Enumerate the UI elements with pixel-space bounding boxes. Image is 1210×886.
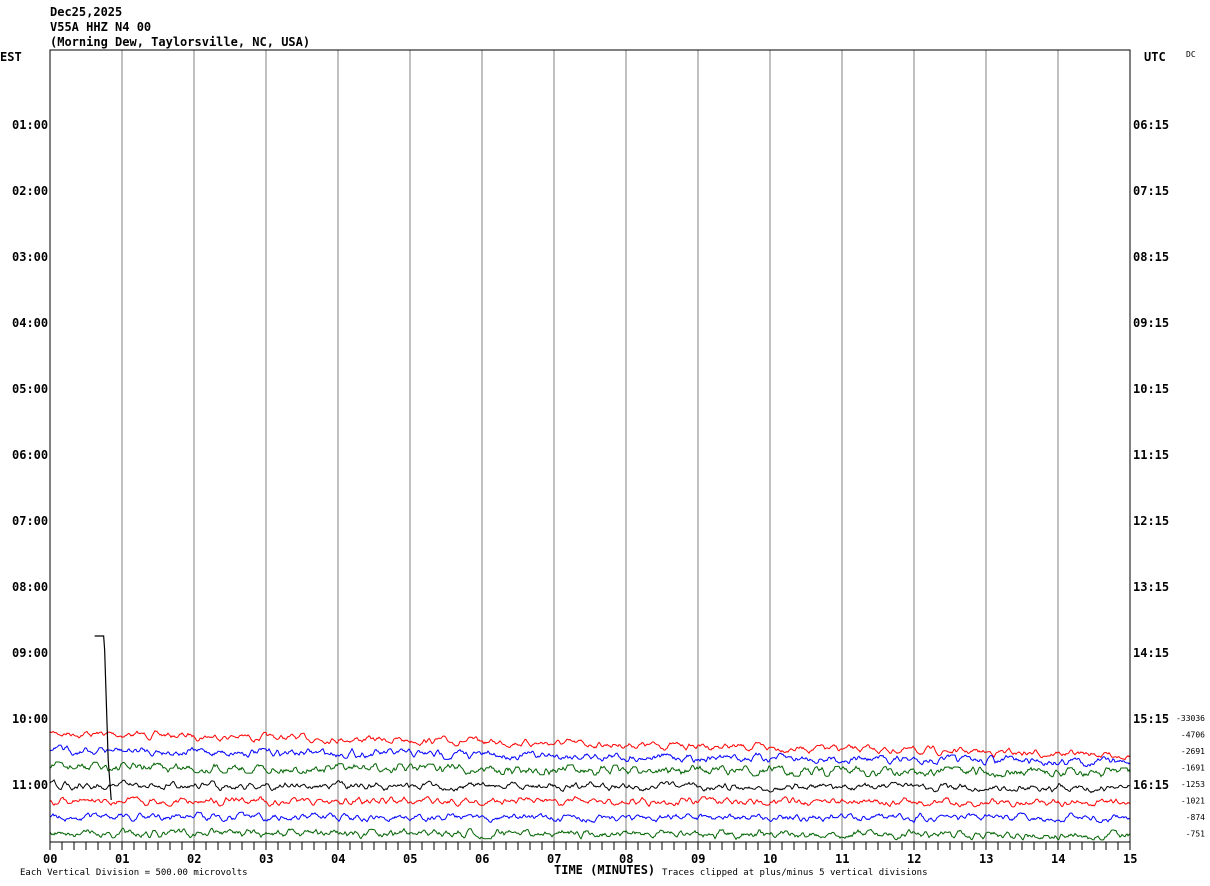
- left-time-label: 02:00: [12, 184, 48, 198]
- plot-frame: [49, 49, 1131, 843]
- x-tick-label: 05: [403, 852, 417, 866]
- header-location: (Morning Dew, Taylorsville, NC, USA): [50, 35, 310, 49]
- left-time-label: 03:00: [12, 250, 48, 264]
- trace-offset-label: -1253: [1181, 780, 1205, 789]
- right-time-label: 13:15: [1133, 580, 1169, 594]
- right-time-label: 14:15: [1133, 646, 1169, 660]
- seismic-trace: [49, 744, 1131, 767]
- right-time-label: 07:15: [1133, 184, 1169, 198]
- right-time-label: 12:15: [1133, 514, 1169, 528]
- left-time-label: 05:00: [12, 382, 48, 396]
- x-tick-label: 03: [259, 852, 273, 866]
- seismic-trace: [49, 779, 1131, 794]
- traces: [49, 635, 1131, 841]
- dc-label: DC: [1186, 50, 1196, 59]
- trace-offset-label: -33036: [1176, 714, 1205, 723]
- seismic-trace: [49, 761, 1131, 778]
- trace-offset-label: -874: [1186, 813, 1205, 822]
- x-tick-label: 09: [691, 852, 705, 866]
- right-time-label: 09:15: [1133, 316, 1169, 330]
- trace-offset-label: -4706: [1181, 731, 1205, 740]
- x-tick-label: 12: [907, 852, 921, 866]
- left-time-label: 04:00: [12, 316, 48, 330]
- trace-offset-label: -751: [1186, 830, 1205, 839]
- header-station: V55A HHZ N4 00: [50, 20, 151, 34]
- seismic-trace: [49, 811, 1131, 824]
- left-time-label: 06:00: [12, 448, 48, 462]
- grid: [49, 50, 1131, 850]
- x-tick-label: 01: [115, 852, 129, 866]
- trace-offset-label: -2691: [1181, 747, 1205, 756]
- x-tick-label: 06: [475, 852, 489, 866]
- left-time-label: 07:00: [12, 514, 48, 528]
- left-time-label: 08:00: [12, 580, 48, 594]
- right-time-label: 16:15: [1133, 778, 1169, 792]
- scale-note: Each Vertical Division = 500.00 microvol…: [20, 868, 248, 878]
- left-time-label: 09:00: [12, 646, 48, 660]
- right-time-label: 15:15: [1133, 712, 1169, 726]
- helicorder-chart: Dec25,2025 V55A HHZ N4 00 (Morning Dew, …: [0, 5, 1205, 878]
- seismic-trace: [49, 795, 1131, 808]
- clip-note: Traces clipped at plus/minus 5 vertical …: [662, 868, 928, 878]
- x-tick-label: 15: [1123, 852, 1137, 866]
- left-timezone: EST: [0, 50, 22, 64]
- right-time-label: 10:15: [1133, 382, 1169, 396]
- left-time-label: 10:00: [12, 712, 48, 726]
- x-tick-label: 14: [1051, 852, 1065, 866]
- right-time-label: 08:15: [1133, 250, 1169, 264]
- right-timezone: UTC: [1144, 50, 1166, 64]
- trace-offset-label: -1691: [1181, 764, 1205, 773]
- right-time-label: 06:15: [1133, 118, 1169, 132]
- x-tick-label: 02: [187, 852, 201, 866]
- x-tick-label: 10: [763, 852, 777, 866]
- x-tick-label: 00: [43, 852, 57, 866]
- x-tick-label: 04: [331, 852, 345, 866]
- seismic-trace: [49, 827, 1131, 841]
- seismic-spike: [94, 635, 112, 801]
- x-tick-label: 11: [835, 852, 849, 866]
- trace-offset-label: -1021: [1181, 797, 1205, 806]
- left-time-label: 01:00: [12, 118, 48, 132]
- header-date: Dec25,2025: [50, 5, 122, 19]
- right-time-label: 11:15: [1133, 448, 1169, 462]
- left-time-label: 11:00: [12, 778, 48, 792]
- x-tick-label: 13: [979, 852, 993, 866]
- x-axis-label: TIME (MINUTES): [554, 863, 655, 877]
